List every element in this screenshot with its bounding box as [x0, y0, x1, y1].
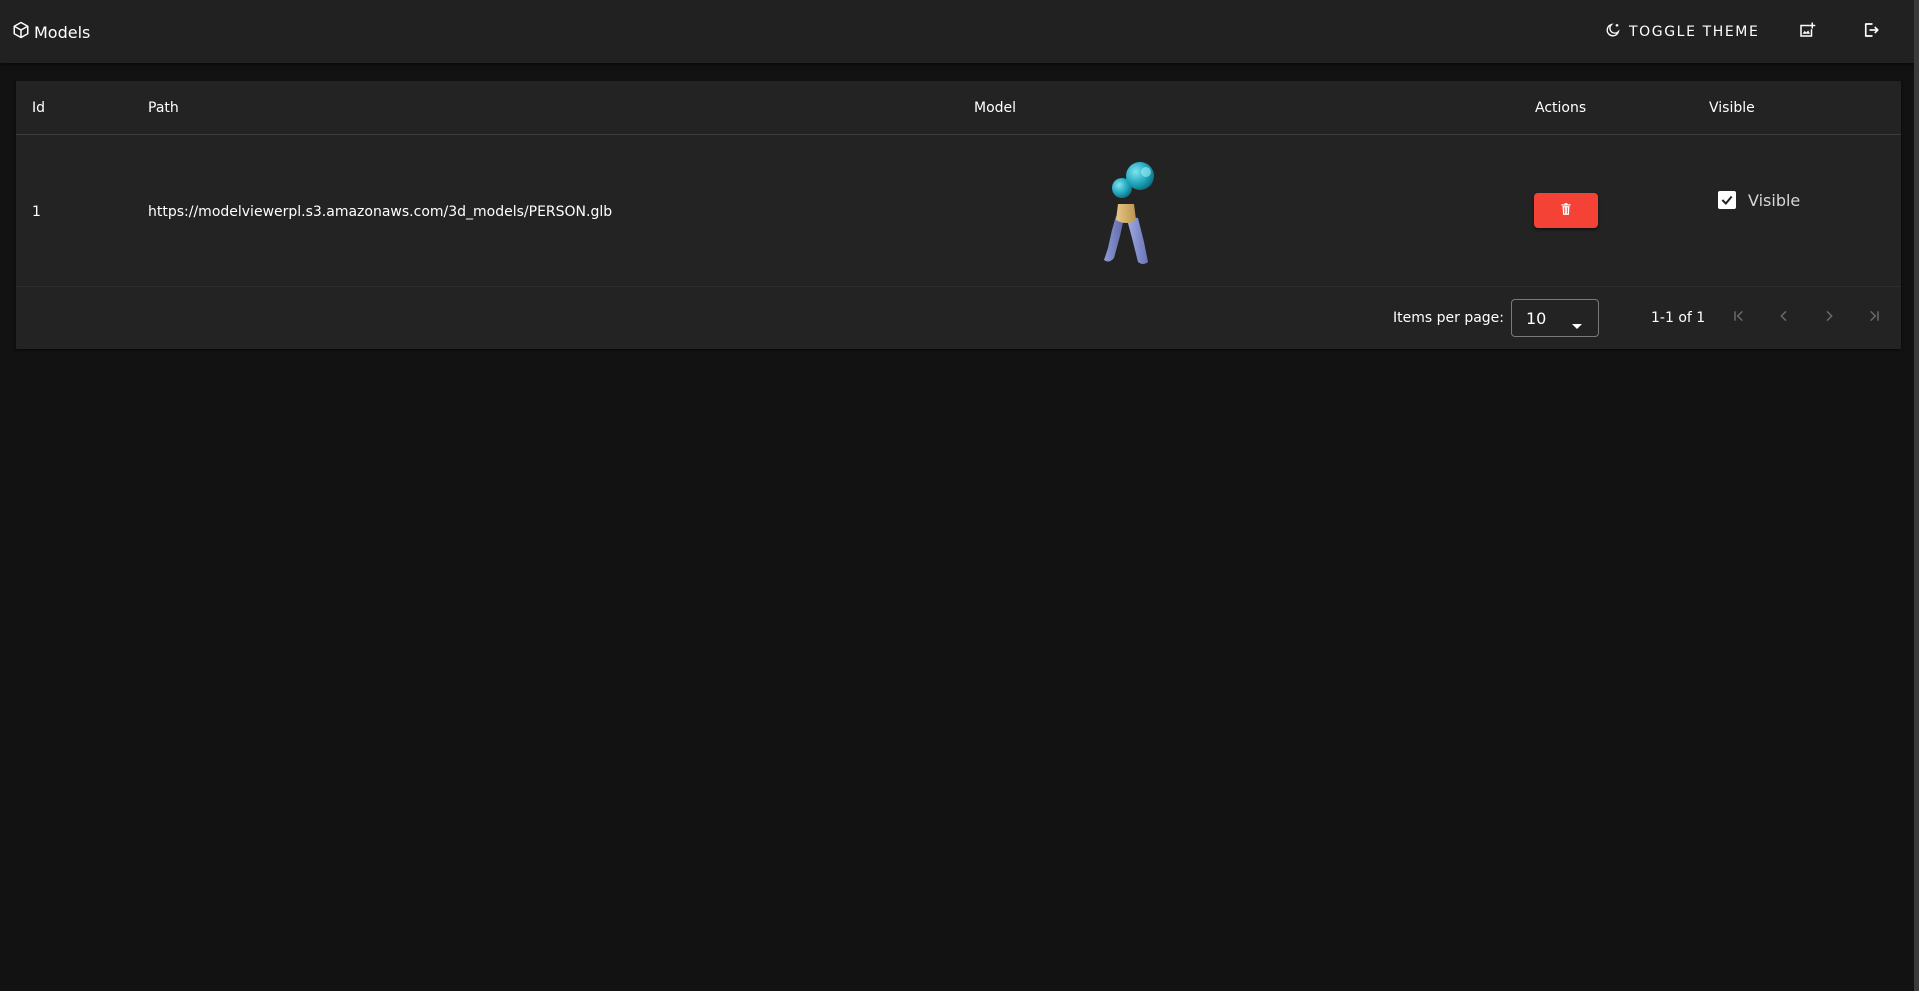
last-page-icon: [1866, 308, 1882, 328]
column-header-visible[interactable]: Visible: [1709, 100, 1755, 116]
row-divider: [16, 286, 1901, 287]
column-header-actions[interactable]: Actions: [1535, 100, 1586, 116]
column-header-path[interactable]: Path: [148, 100, 179, 116]
cell-id: 1: [32, 204, 41, 220]
first-page-button[interactable]: [1727, 306, 1751, 330]
items-per-page-label: Items per page:: [1393, 310, 1505, 326]
last-page-button[interactable]: [1862, 306, 1886, 330]
delete-button[interactable]: [1534, 193, 1598, 228]
column-header-id[interactable]: Id: [32, 100, 45, 116]
app-bar: Models TOGGLE THEME: [0, 0, 1914, 63]
model-preview[interactable]: [1090, 158, 1170, 268]
items-per-page-select[interactable]: 10: [1511, 299, 1599, 337]
brand: Models: [12, 20, 90, 44]
trash-icon: [1559, 201, 1573, 220]
cell-path: https://modelviewerpl.s3.amazonaws.com/3…: [148, 204, 613, 220]
items-per-page-value: 10: [1526, 309, 1547, 328]
toggle-theme-button[interactable]: TOGGLE THEME: [1605, 14, 1759, 50]
cube-icon: [12, 21, 30, 43]
checkbox-box[interactable]: [1718, 191, 1736, 209]
header-divider: [16, 134, 1901, 135]
chevron-left-icon: [1776, 308, 1792, 328]
pagination-range: 1-1 of 1: [1651, 310, 1706, 326]
dropdown-arrow-icon: [1572, 315, 1582, 334]
chevron-right-icon: [1821, 308, 1837, 328]
moon-icon: [1605, 22, 1621, 42]
visible-checkbox[interactable]: Visible: [1718, 190, 1800, 210]
visible-label: Visible: [1748, 190, 1801, 210]
toggle-theme-label: TOGGLE THEME: [1629, 24, 1760, 40]
next-page-button[interactable]: [1817, 306, 1841, 330]
window-scrollbar-thumb[interactable]: [1914, 0, 1919, 991]
first-page-icon: [1731, 308, 1747, 328]
add-model-button[interactable]: [1792, 17, 1822, 47]
logout-icon: [1862, 21, 1880, 43]
logout-button[interactable]: [1856, 17, 1886, 47]
column-header-model[interactable]: Model: [974, 100, 1016, 116]
add-photo-icon: [1798, 21, 1816, 43]
previous-page-button[interactable]: [1772, 306, 1796, 330]
page-title: Models: [34, 22, 91, 42]
